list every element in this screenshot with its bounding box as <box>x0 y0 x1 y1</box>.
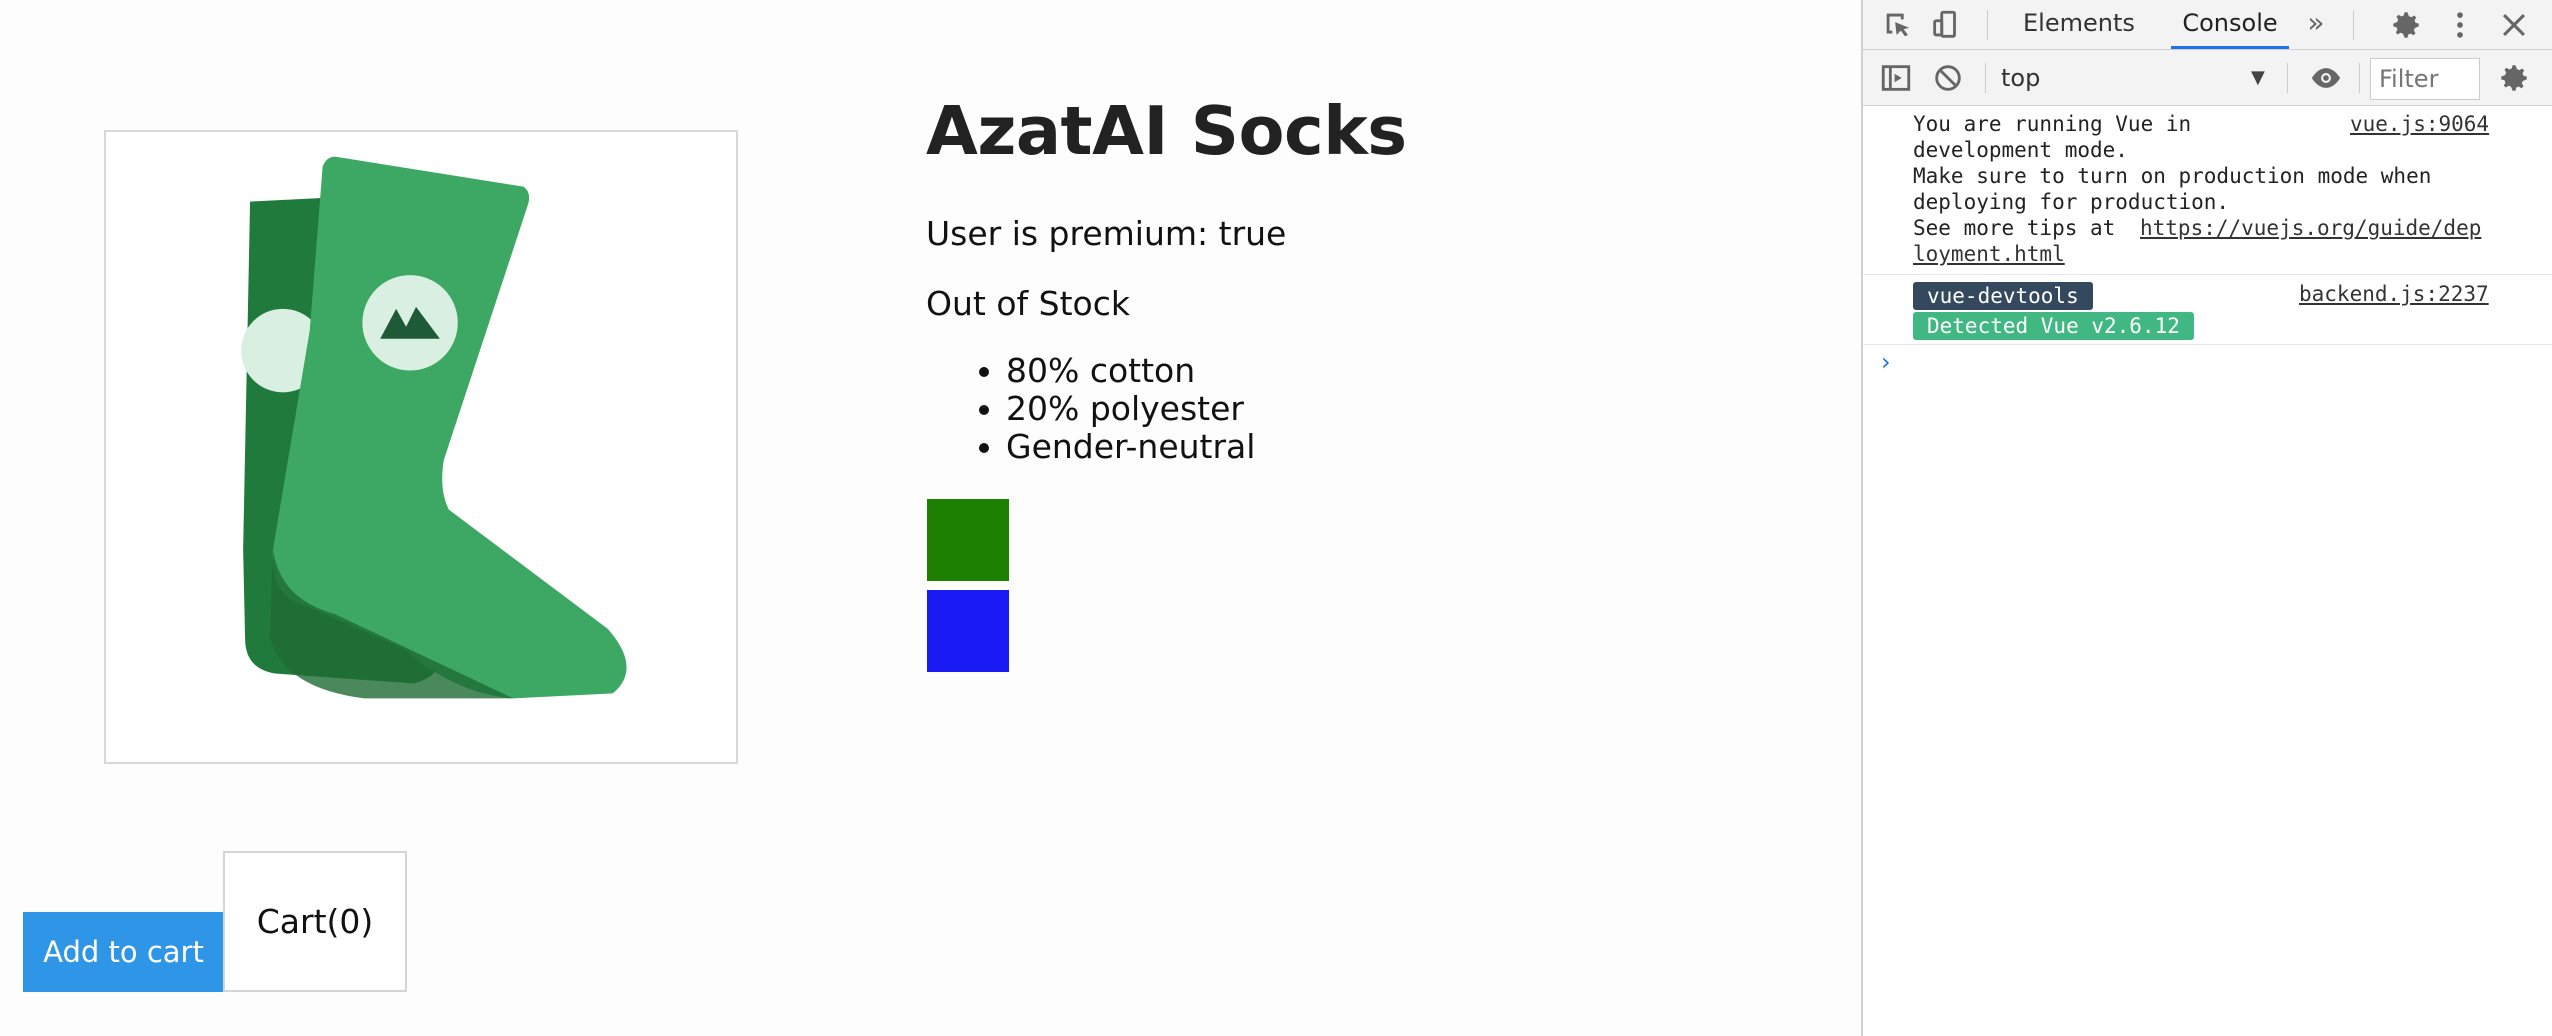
log-source-link[interactable]: backend.js:2237 <box>2299 282 2489 306</box>
kebab-menu-icon[interactable] <box>2443 8 2477 42</box>
log-text: Make sure to turn on production mode whe… <box>1913 164 2432 188</box>
detail-item: 20% polyester <box>1006 390 1255 428</box>
clear-console-icon[interactable] <box>1931 61 1965 95</box>
close-icon[interactable] <box>2497 8 2531 42</box>
docs-link[interactable]: https://vuejs.org/guide/dep <box>2140 216 2481 240</box>
separator <box>1985 63 1986 93</box>
separator <box>2359 63 2360 93</box>
vue-devtools-badge: vue-devtools <box>1913 282 2093 310</box>
product-page: AzatAI Socks User is premium: true Out o… <box>0 0 1861 1036</box>
filter-input[interactable] <box>2370 58 2480 100</box>
chevron-down-icon[interactable]: ▼ <box>2251 67 2265 88</box>
context-selector[interactable]: top <box>2001 60 2141 96</box>
sidebar-toggle-icon[interactable] <box>1879 61 1913 95</box>
eye-icon[interactable] <box>2309 61 2343 95</box>
detail-item: Gender-neutral <box>1006 428 1255 466</box>
premium-status: User is premium: true <box>926 214 1287 253</box>
devtools-tabbar: Elements Console » <box>1863 0 2552 50</box>
console-prompt-icon[interactable]: › <box>1881 348 1891 376</box>
double-chevron-icon[interactable]: » <box>2299 8 2333 42</box>
add-to-cart-button[interactable]: Add to cart <box>23 912 224 992</box>
product-details-list: 80% cotton 20% polyester Gender-neutral <box>958 352 1255 466</box>
sock-illustration <box>241 156 627 699</box>
console-settings-gear-icon[interactable] <box>2497 61 2531 95</box>
color-swatch-blue[interactable] <box>927 590 1009 672</box>
cart-indicator: Cart(0) <box>223 851 407 992</box>
docs-link-continued[interactable]: loyment.html <box>1913 242 2065 266</box>
device-toolbar-icon[interactable] <box>1929 8 1963 42</box>
tab-console[interactable]: Console <box>2171 0 2289 49</box>
inspect-element-icon[interactable] <box>1881 8 1915 42</box>
tab-elements[interactable]: Elements <box>2023 0 2135 49</box>
separator <box>2287 63 2288 93</box>
detail-item: 80% cotton <box>1006 352 1255 390</box>
log-divider <box>1863 344 2552 345</box>
separator <box>1987 10 1988 40</box>
product-image <box>104 130 738 764</box>
log-text: See more tips at <box>1913 216 2128 240</box>
separator <box>2353 10 2354 40</box>
log-text: development mode. <box>1913 138 2128 162</box>
log-text: deploying for production. <box>1913 190 2230 214</box>
product-title: AzatAI Socks <box>926 92 1407 170</box>
devtools-panel: Elements Console » top [ ▼ <box>1861 0 2552 1036</box>
cart-label: Cart(0) <box>256 902 374 941</box>
log-divider <box>1863 274 2552 275</box>
gear-icon[interactable] <box>2389 8 2423 42</box>
stock-status: Out of Stock <box>926 284 1130 323</box>
log-text: You are running Vue in <box>1913 112 2192 136</box>
color-swatch-green[interactable] <box>927 499 1009 581</box>
vue-version-badge: Detected Vue v2.6.12 <box>1913 312 2194 340</box>
log-source-link[interactable]: vue.js:9064 <box>2350 112 2489 136</box>
